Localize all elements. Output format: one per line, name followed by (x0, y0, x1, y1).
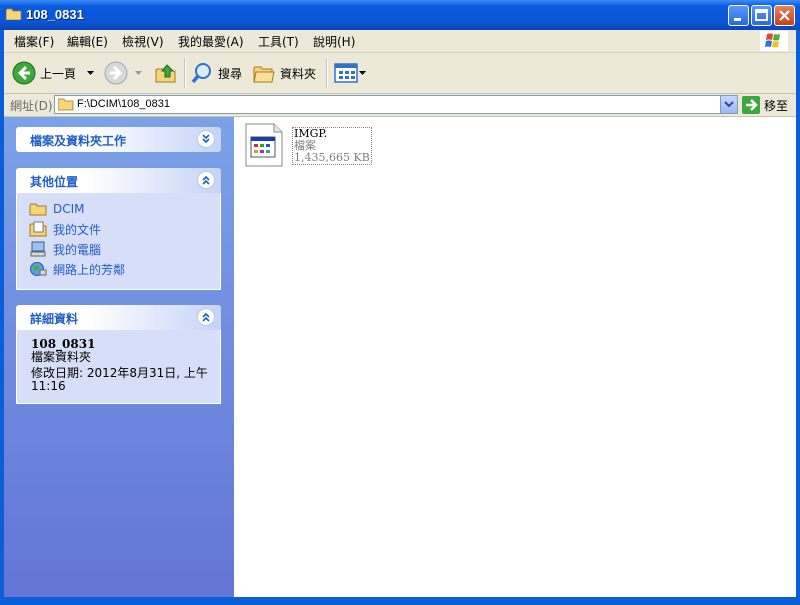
up-folder-icon (155, 64, 176, 83)
up-folder-button[interactable] (154, 60, 178, 86)
title-bar[interactable]: 108_0831 (0, 0, 800, 30)
search-icon (191, 63, 211, 84)
task-pane: 檔案及資料夾工作 其他位置 DCIM 我的文件 我的電腦 網路上的芳鄰 詳細資料… (4, 117, 234, 597)
back-button[interactable]: 上一頁 (12, 60, 98, 86)
details-modified-time: 11:16 (31, 379, 66, 393)
menu-view[interactable]: 檢視(V) (122, 33, 164, 50)
places-panel-body: DCIM 我的文件 我的電腦 網路上的芳鄰 (16, 193, 221, 290)
address-label: 網址(D) (10, 99, 53, 113)
details-panel: 詳細資料 108_0831 檔案資料夾 修改日期: 2012年8月31日, 上午… (16, 305, 221, 404)
chevron-double-up-icon (202, 175, 210, 185)
menu-favorites[interactable]: 我的最愛(A) (178, 33, 244, 50)
address-path: F:\DCIM\108_0831 (77, 98, 170, 110)
details-panel-title: 詳細資料 (30, 312, 79, 326)
place-item-dcim[interactable]: DCIM (17, 199, 220, 219)
file-icon (245, 123, 283, 167)
file-label: IMGP. 檔案 1,435,665 KB (292, 127, 372, 165)
place-label: 網路上的芳鄰 (53, 262, 126, 277)
my-documents-icon (29, 221, 47, 237)
address-input[interactable]: F:\DCIM\108_0831 (54, 95, 738, 114)
place-item-network-places[interactable]: 網路上的芳鄰 (17, 259, 220, 279)
chevron-double-up-icon (202, 312, 210, 322)
search-button[interactable]: 搜尋 (190, 60, 242, 86)
chevron-down-icon (724, 101, 734, 108)
place-label: DCIM (53, 202, 85, 216)
details-panel-header[interactable]: 詳細資料 (16, 305, 221, 330)
forward-arrow-icon (104, 61, 128, 85)
minimize-button[interactable] (728, 5, 749, 26)
go-arrow-icon (742, 96, 760, 114)
folder-icon (58, 98, 74, 111)
back-dropdown-icon[interactable] (84, 68, 98, 78)
forward-dropdown-icon[interactable] (132, 68, 146, 78)
place-label: 我的文件 (53, 222, 102, 237)
collapse-button[interactable] (197, 308, 215, 326)
folders-label: 資料夾 (280, 66, 317, 81)
minimize-icon (734, 18, 741, 21)
places-panel: 其他位置 DCIM 我的文件 我的電腦 網路上的芳鄰 (16, 168, 221, 290)
toolbar: 上一頁 搜尋 資料夾 (4, 53, 796, 94)
close-button[interactable] (774, 5, 795, 26)
go-button[interactable]: 移至 (742, 96, 788, 114)
menu-help[interactable]: 說明(H) (313, 33, 355, 50)
close-icon (779, 10, 790, 21)
menu-bar: 檔案(F) 編輯(E) 檢視(V) 我的最愛(A) 工具(T) 說明(H) (4, 30, 796, 53)
expand-button[interactable] (197, 130, 215, 148)
folder-icon (29, 203, 47, 216)
file-item[interactable]: IMGP. 檔案 1,435,665 KB (244, 122, 374, 168)
address-dropdown-button[interactable] (720, 96, 737, 113)
file-size: 1,435,665 KB (294, 151, 370, 164)
menu-edit[interactable]: 編輯(E) (67, 33, 108, 50)
collapse-button[interactable] (197, 171, 215, 189)
place-label: 我的電腦 (53, 242, 102, 257)
network-places-icon (30, 262, 47, 276)
folders-button[interactable]: 資料夾 (252, 60, 316, 86)
menu-tools[interactable]: 工具(T) (258, 33, 299, 50)
address-bar: 網址(D) F:\DCIM\108_0831 移至 (4, 94, 796, 117)
views-dropdown-icon[interactable] (358, 68, 368, 78)
tasks-panel: 檔案及資料夾工作 (16, 127, 221, 152)
my-computer-icon (30, 241, 46, 257)
details-type: 檔案資料夾 (31, 350, 92, 364)
menu-file[interactable]: 檔案(F) (14, 33, 54, 50)
windows-logo-icon (760, 31, 788, 51)
folders-icon (253, 66, 275, 83)
file-view[interactable]: IMGP. 檔案 1,435,665 KB (234, 117, 796, 597)
folder-icon (6, 8, 22, 20)
views-button[interactable] (334, 60, 368, 86)
back-label: 上一頁 (40, 66, 77, 81)
views-icon (334, 63, 358, 83)
forward-button[interactable] (104, 60, 146, 86)
maximize-button[interactable] (751, 5, 772, 26)
maximize-icon (755, 9, 768, 21)
window-title: 108_0831 (26, 7, 84, 22)
place-item-my-documents[interactable]: 我的文件 (17, 219, 220, 239)
places-panel-header[interactable]: 其他位置 (16, 168, 221, 193)
tasks-panel-header[interactable]: 檔案及資料夾工作 (16, 127, 221, 152)
places-panel-title: 其他位置 (30, 175, 79, 189)
details-panel-body: 108_0831 檔案資料夾 修改日期: 2012年8月31日, 上午 11:1… (16, 330, 221, 404)
go-label: 移至 (764, 98, 789, 113)
place-item-my-computer[interactable]: 我的電腦 (17, 239, 220, 259)
explorer-window: 108_0831 檔案(F) 編輯(E) 檢視(V) 我的最愛(A) 工具(T)… (0, 0, 800, 605)
tasks-panel-title: 檔案及資料夾工作 (30, 134, 127, 148)
back-arrow-icon (12, 61, 36, 85)
search-label: 搜尋 (218, 66, 243, 81)
chevron-double-down-icon (202, 134, 210, 144)
